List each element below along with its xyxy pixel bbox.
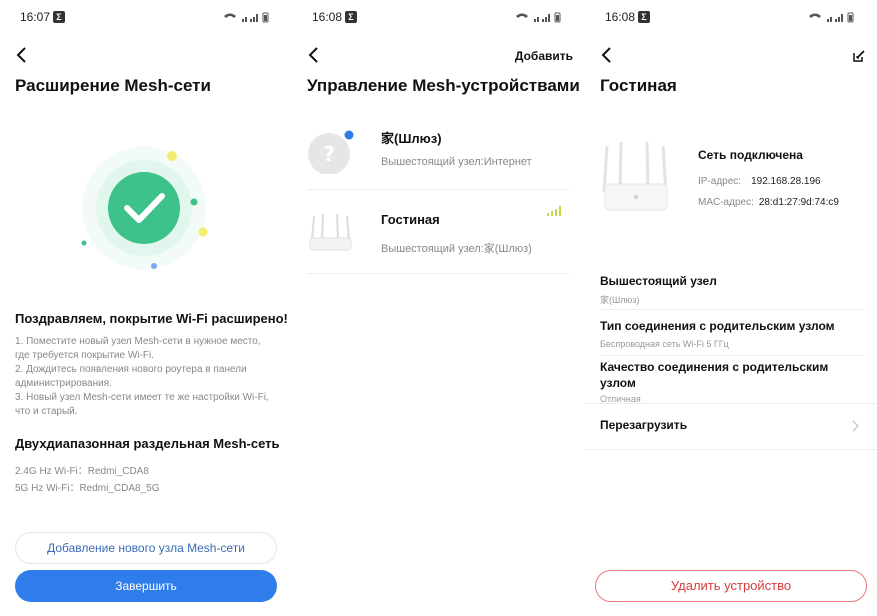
ip-label: IP-адрес:: [698, 176, 742, 187]
notification-icon: Σ: [53, 11, 65, 23]
system-status-icons: [516, 12, 561, 23]
connection-type-value: Беспроводная сеть Wi-Fi 5 ГГц: [600, 339, 729, 349]
router-icon: [602, 141, 668, 211]
back-icon[interactable]: [14, 46, 30, 64]
device-detail-screen: 16:08 Σ Гостиная Сеть подключена IP-адре…: [585, 0, 877, 616]
system-status-icons: [224, 12, 269, 23]
status-bar: 16:07 Σ: [20, 10, 272, 26]
device-list-item[interactable]: Гостиная Вышестоящий узел:家(Шлюз): [307, 200, 569, 282]
ip-value: 192.168.28.196: [751, 176, 821, 187]
mac-label: MAC-адрес:: [698, 197, 754, 208]
instruction-step: 3. Новый узел Mesh-сети имеет те же наст…: [15, 392, 269, 417]
connection-quality-title: Качество соединения с родительским узлом: [600, 360, 829, 390]
notification-icon: Σ: [345, 11, 357, 23]
mesh-devices-screen: 16:08 Σ Добавить Управление Mesh-устройс…: [292, 0, 584, 616]
status-bar: 16:08 Σ: [605, 10, 857, 26]
page-title: Гостиная: [600, 76, 677, 95]
finish-button[interactable]: Завершить: [15, 570, 277, 602]
status-time: 16:07: [20, 10, 51, 24]
reboot-button[interactable]: Перезагрузить: [600, 418, 687, 432]
edit-icon[interactable]: [853, 50, 865, 62]
wifi-24g-ssid: 2.4G Hz Wi-Fi：Redmi_CDA8: [15, 466, 149, 477]
system-status-icons: [809, 12, 854, 23]
wifi-5g-ssid: 5G Hz Wi-Fi：Redmi_CDA8_5G: [15, 483, 160, 494]
mesh-expand-screen: 16:07 Σ Расширение Mesh-сети Поздравляем…: [0, 0, 292, 616]
divider: [307, 189, 569, 190]
mac-address-row: MAC-адрес: 28:d1:27:9d:74:c9: [698, 197, 839, 208]
divider: [307, 273, 569, 274]
divider: [600, 355, 866, 356]
connection-type-title: Тип соединения с родительским узлом: [600, 319, 835, 333]
instructions-list: 1. Поместите новый узел Mesh-сети в нужн…: [15, 335, 277, 419]
chevron-right-icon: [852, 420, 859, 432]
ip-address-row: IP-адрес: 192.168.28.196: [698, 176, 821, 187]
add-device-button[interactable]: Добавить: [515, 49, 573, 63]
unknown-device-icon: ?: [308, 129, 355, 174]
status-bar: 16:08 Σ: [312, 10, 564, 26]
device-name: Гостиная: [381, 212, 440, 227]
divider: [585, 403, 877, 404]
dual-band-heading: Двухдиапазонная раздельная Mesh-сеть: [15, 436, 280, 451]
mac-value: 28:d1:27:9d:74:c9: [758, 197, 839, 208]
delete-device-button[interactable]: Удалить устройство: [595, 570, 867, 602]
status-time: 16:08: [312, 10, 343, 24]
signal-strength-icon: [547, 206, 561, 216]
router-icon: [309, 213, 352, 251]
parent-node-title: Вышестоящий узел: [600, 274, 717, 288]
divider: [585, 449, 877, 450]
network-status: Сеть подключена: [698, 148, 803, 162]
device-name: 家(Шлюз): [381, 131, 442, 146]
parent-node-value: 家(Шлюз): [600, 295, 640, 305]
back-icon[interactable]: [599, 46, 615, 64]
instruction-step: 1. Поместите новый узел Mesh-сети в нужн…: [15, 336, 261, 361]
success-check-icon: [81, 146, 208, 270]
notification-icon: Σ: [638, 11, 650, 23]
congrats-heading: Поздравляем, покрытие Wi-Fi расширено!: [15, 311, 288, 326]
device-list-item[interactable]: ? 家(Шлюз) Вышестоящий узел:Интернет: [307, 116, 569, 198]
page-title: Расширение Mesh-сети: [15, 76, 211, 95]
instruction-step: 2. Дождитесь появления нового роутера в …: [15, 364, 247, 389]
device-parent: Вышестоящий узел:家(Шлюз): [381, 243, 532, 255]
connection-quality-value: Отличная: [600, 394, 641, 403]
svg-text:?: ?: [323, 142, 335, 166]
device-parent: Вышестоящий узел:Интернет: [381, 156, 532, 168]
status-time: 16:08: [605, 10, 636, 24]
add-mesh-node-button[interactable]: Добавление нового узла Mesh-сети: [15, 532, 277, 564]
divider: [600, 309, 866, 310]
page-title: Управление Mesh-устройствами: [307, 76, 580, 95]
back-icon[interactable]: [306, 46, 322, 64]
